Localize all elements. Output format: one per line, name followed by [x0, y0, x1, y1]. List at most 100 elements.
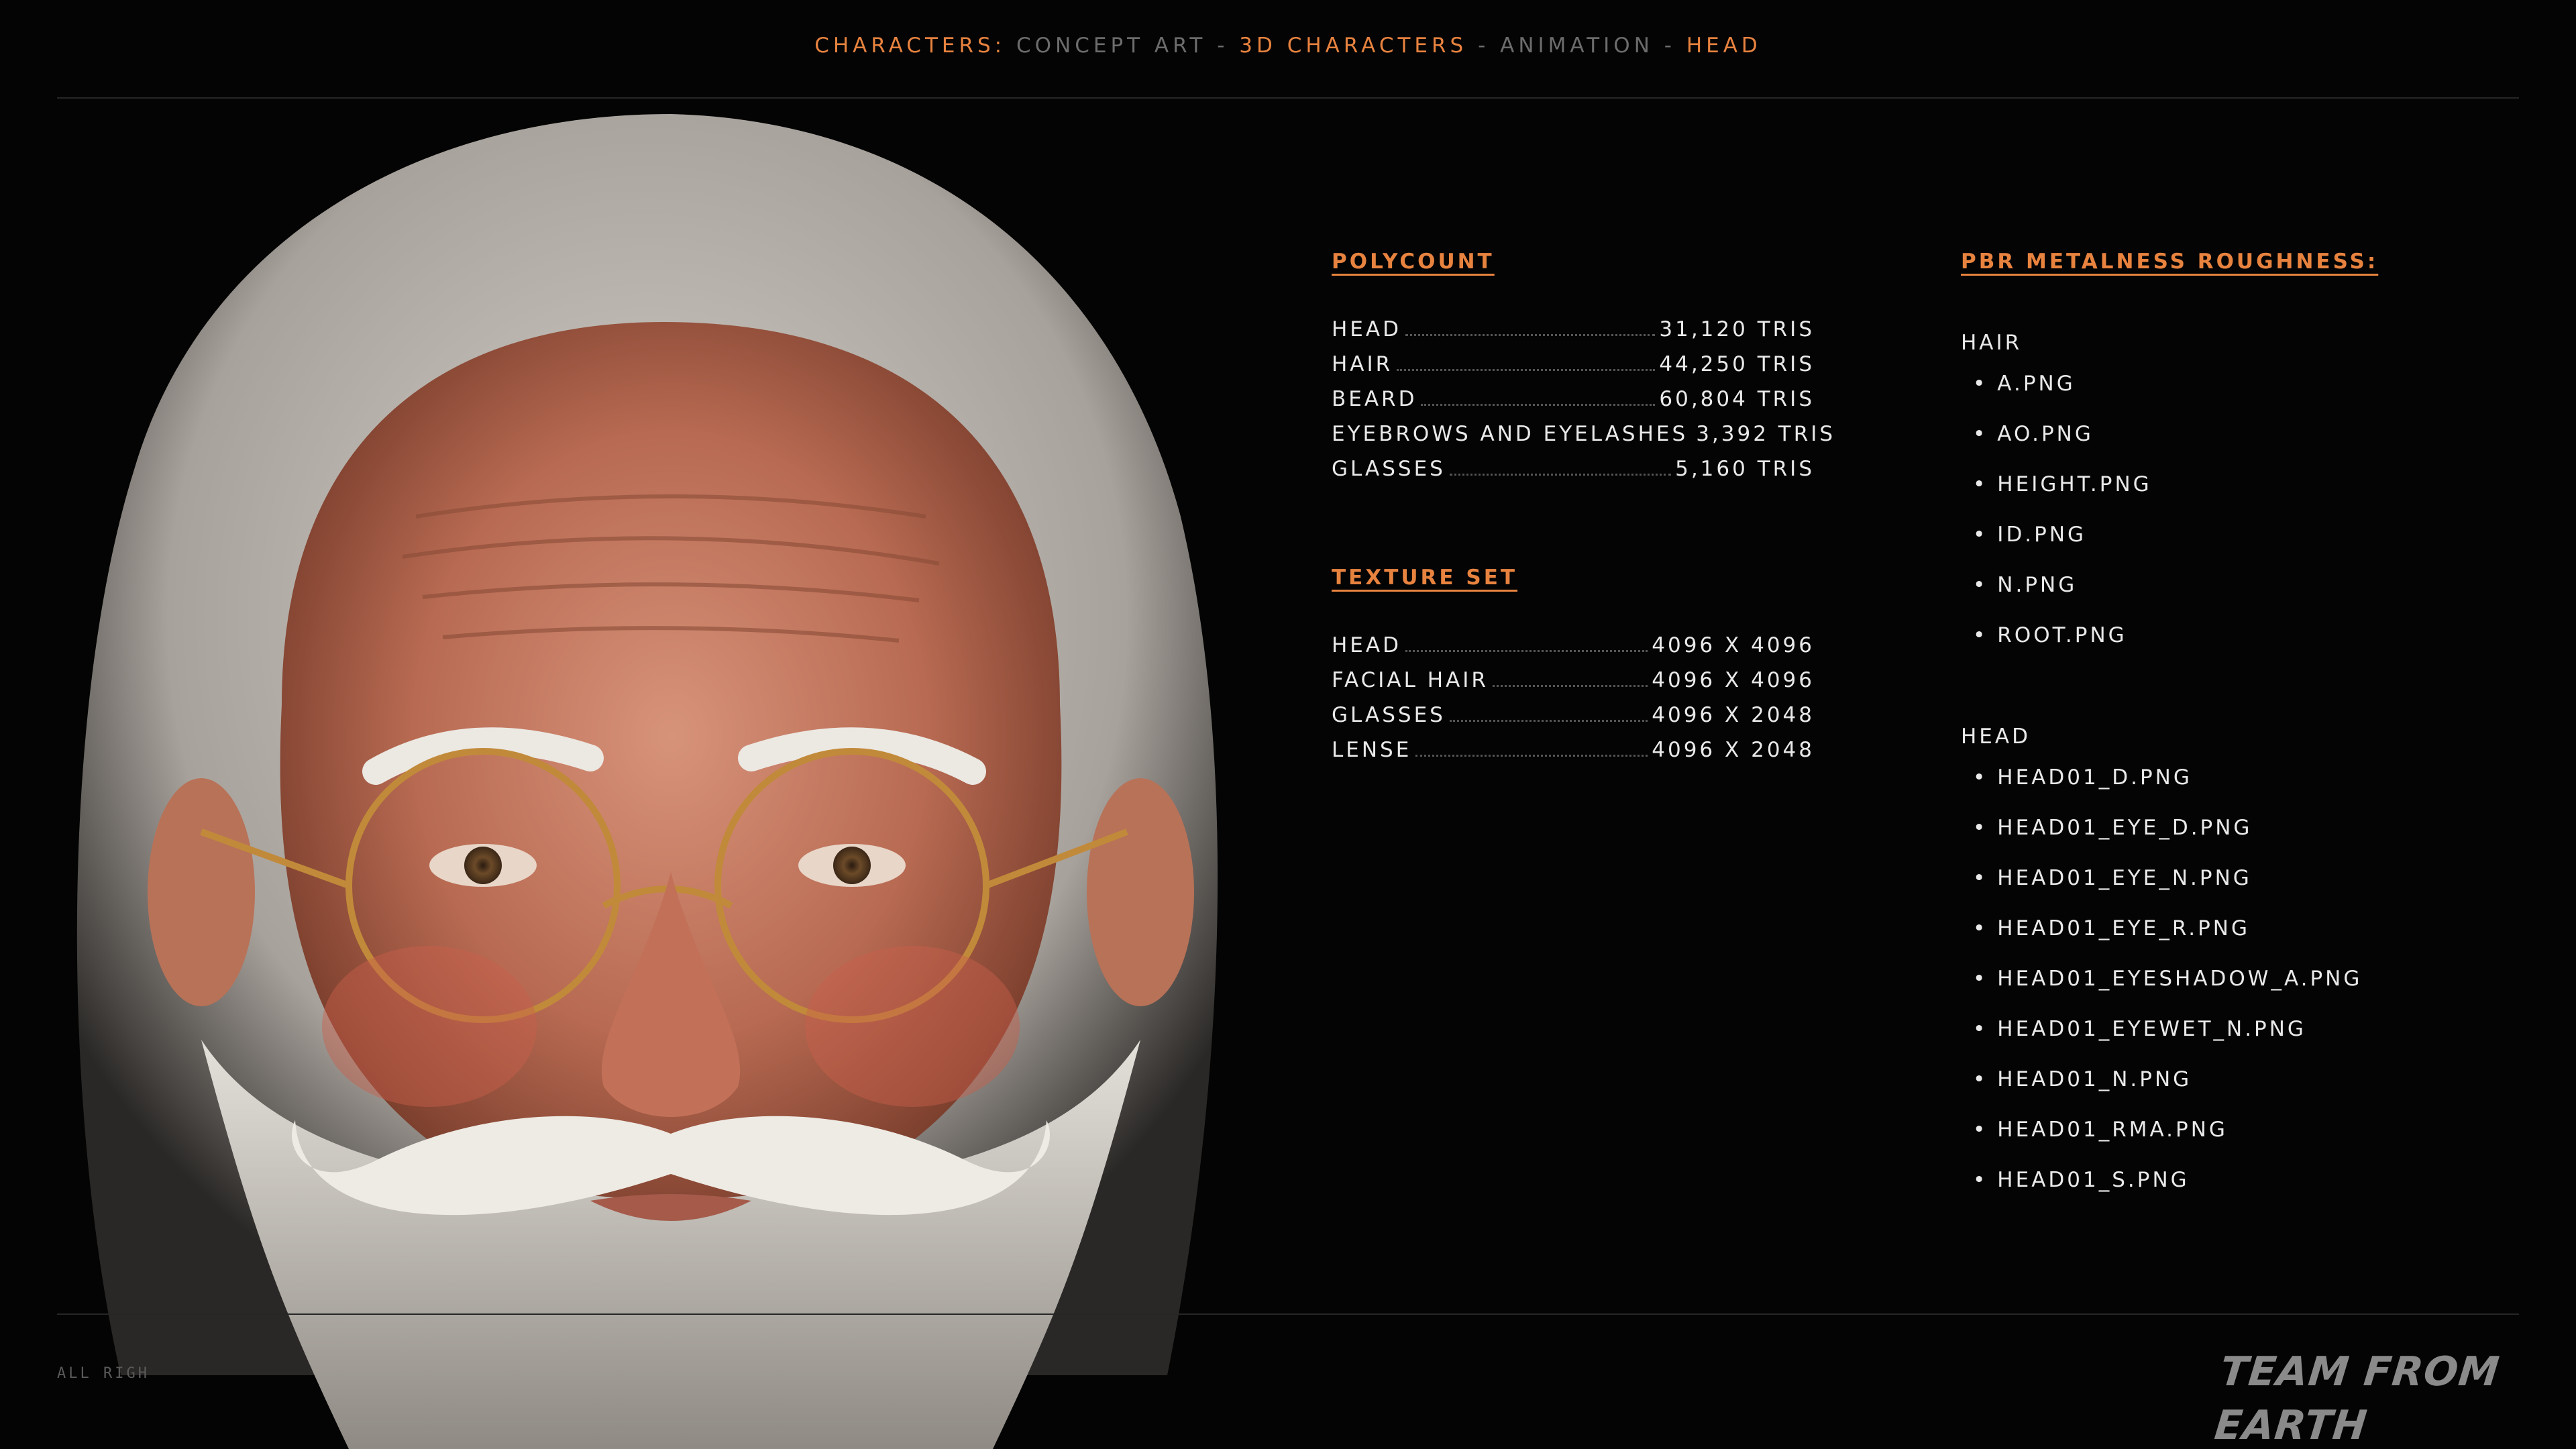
file-item: • ROOT.PNG: [1961, 610, 2378, 661]
file-name: HEAD01_RMA.PNG: [1997, 1118, 2228, 1142]
breadcrumb-category: CHARACTERS:: [814, 34, 1006, 58]
texture-row: GLASSES 4096 X 2048: [1332, 703, 1815, 738]
spec-name: LENSE: [1332, 738, 1412, 762]
left-iris: [464, 847, 502, 884]
spec-value: 4096 X 2048: [1652, 703, 1815, 727]
spec-value: 60,804 TRIS: [1659, 387, 1815, 411]
spec-value: 4096 X 4096: [1652, 633, 1815, 657]
file-name: HEAD01_EYEWET_N.PNG: [1997, 1017, 2306, 1041]
leader-dots: [1397, 368, 1656, 371]
breadcrumb: CHARACTERS: CONCEPT ART - 3D CHARACTERS …: [0, 34, 2576, 58]
file-item: • HEAD01_EYESHADOW_A.PNG: [1961, 954, 2378, 1004]
file-name: HEAD01_D.PNG: [1997, 765, 2192, 790]
character-portrait: [76, 114, 1218, 1449]
hair-group-label: HAIR: [1961, 331, 2023, 355]
bullet-icon: •: [1973, 422, 1988, 446]
spec-name: HEAD: [1332, 317, 1401, 341]
bullet-icon: •: [1973, 573, 1988, 597]
leader-dots: [1405, 333, 1656, 336]
specs-column: POLYCOUNT HEAD 31,120 TRIS HAIR 44,250 TRI…: [1332, 250, 1833, 773]
breadcrumb-3d-characters[interactable]: 3D CHARACTERS: [1239, 34, 1467, 58]
head-file-list: • HEAD01_D.PNG • HEAD01_EYE_D.PNG • HEAD01_…: [1961, 753, 2378, 1205]
file-item: • HEAD01_EYEWET_N.PNG: [1961, 1004, 2378, 1055]
polycount-list: HEAD 31,120 TRIS HAIR 44,250 TRIS BEARD 60,…: [1332, 317, 1833, 492]
leader-dots: [1421, 403, 1656, 406]
spec-name: HEAD: [1332, 633, 1401, 657]
spec-name: GLASSES: [1332, 703, 1446, 727]
breadcrumb-separator: -: [1467, 34, 1501, 58]
breadcrumb-concept-art[interactable]: CONCEPT ART: [1016, 34, 1206, 58]
file-name: HEAD01_EYE_R.PNG: [1997, 916, 2251, 941]
spec-name: FACIAL HAIR: [1332, 668, 1489, 692]
polycount-title: POLYCOUNT: [1332, 250, 1495, 274]
leader-dots: [1405, 649, 1648, 652]
breadcrumb-separator: -: [1653, 34, 1686, 58]
spec-value: 4096 X 2048: [1652, 738, 1815, 762]
breadcrumb-animation[interactable]: ANIMATION: [1500, 34, 1654, 58]
leader-dots: [1415, 754, 1648, 757]
texture-row: FACIAL HAIR 4096 X 4096: [1332, 668, 1815, 703]
polycount-row: BEARD 60,804 TRIS: [1332, 387, 1815, 422]
file-item: • HEAD01_EYE_N.PNG: [1961, 853, 2378, 904]
spec-value: 5,160 TRIS: [1675, 457, 1815, 481]
hair-file-list: • A.PNG • AO.PNG • HEIGHT.PNG • ID.PNG • N.PN…: [1961, 359, 2378, 661]
copyright-text: ALL RIGH: [57, 1365, 150, 1382]
file-name: HEAD01_EYE_D.PNG: [1997, 816, 2253, 840]
footer-divider: [57, 1313, 2519, 1315]
texture-set-title: TEXTURE SET: [1332, 566, 1518, 590]
bullet-icon: •: [1973, 816, 1988, 840]
spec-value: 3,392 TRIS: [1696, 422, 1836, 446]
leader-dots: [1449, 473, 1672, 476]
pbr-column: PBR METALNESS ROUGHNESS: HAIR • A.PNG • AO…: [1961, 250, 2378, 1205]
spec-value: 44,250 TRIS: [1659, 352, 1815, 376]
team-from-earth-logo[interactable]: TEAM FROM EARTH: [2212, 1345, 2518, 1449]
file-name: HEAD01_S.PNG: [1997, 1168, 2190, 1192]
bullet-icon: •: [1973, 1168, 1988, 1192]
file-name: HEAD01_N.PNG: [1997, 1067, 2192, 1091]
bullet-icon: •: [1973, 1118, 1988, 1142]
texture-row: HEAD 4096 X 4096: [1332, 633, 1815, 668]
bullet-icon: •: [1973, 866, 1988, 890]
file-item: • HEAD01_EYE_R.PNG: [1961, 904, 2378, 954]
spec-value: 31,120 TRIS: [1659, 317, 1815, 341]
file-item: • AO.PNG: [1961, 409, 2378, 460]
polycount-row: GLASSES 5,160 TRIS: [1332, 457, 1815, 492]
file-name: N.PNG: [1997, 573, 2078, 597]
spec-value: 4096 X 4096: [1652, 668, 1815, 692]
bullet-icon: •: [1973, 523, 1988, 547]
presentation-slide: CHARACTERS: CONCEPT ART - 3D CHARACTERS …: [0, 0, 2576, 1449]
file-item: • HEAD01_D.PNG: [1961, 753, 2378, 803]
file-name: AO.PNG: [1997, 422, 2094, 446]
bullet-icon: •: [1973, 967, 1988, 991]
header-divider: [57, 97, 2519, 99]
spec-name: EYEBROWS AND EYELASHES: [1332, 422, 1688, 446]
polycount-row: HEAD 31,120 TRIS: [1332, 317, 1815, 352]
bullet-icon: •: [1973, 1067, 1988, 1091]
polycount-row: EYEBROWS AND EYELASHES 3,392 TRIS: [1332, 422, 1833, 457]
file-name: HEAD01_EYE_N.PNG: [1997, 866, 2252, 890]
file-name: HEIGHT.PNG: [1997, 472, 2152, 496]
polycount-row: HAIR 44,250 TRIS: [1332, 352, 1815, 387]
breadcrumb-separator: -: [1206, 34, 1240, 58]
file-name: ROOT.PNG: [1997, 623, 2127, 647]
bullet-icon: •: [1973, 623, 1988, 647]
spec-name: HAIR: [1332, 352, 1393, 376]
right-ear: [1087, 778, 1194, 1006]
bullet-icon: •: [1973, 1017, 1988, 1041]
spec-name: GLASSES: [1332, 457, 1446, 481]
file-name: ID.PNG: [1997, 523, 2087, 547]
pbr-title: PBR METALNESS ROUGHNESS:: [1961, 250, 2379, 274]
bullet-icon: •: [1973, 372, 1988, 396]
spec-name: BEARD: [1332, 387, 1417, 411]
file-item: • A.PNG: [1961, 359, 2378, 409]
leader-dots: [1449, 719, 1648, 722]
file-item: • HEIGHT.PNG: [1961, 460, 2378, 510]
head-group-label: HEAD: [1961, 724, 2031, 749]
leader-dots: [1492, 684, 1648, 687]
file-item: • ID.PNG: [1961, 510, 2378, 560]
right-iris: [833, 847, 871, 884]
bullet-icon: •: [1973, 916, 1988, 941]
breadcrumb-head[interactable]: HEAD: [1686, 34, 1762, 58]
texture-row: LENSE 4096 X 2048: [1332, 738, 1815, 773]
file-item: • HEAD01_N.PNG: [1961, 1055, 2378, 1105]
